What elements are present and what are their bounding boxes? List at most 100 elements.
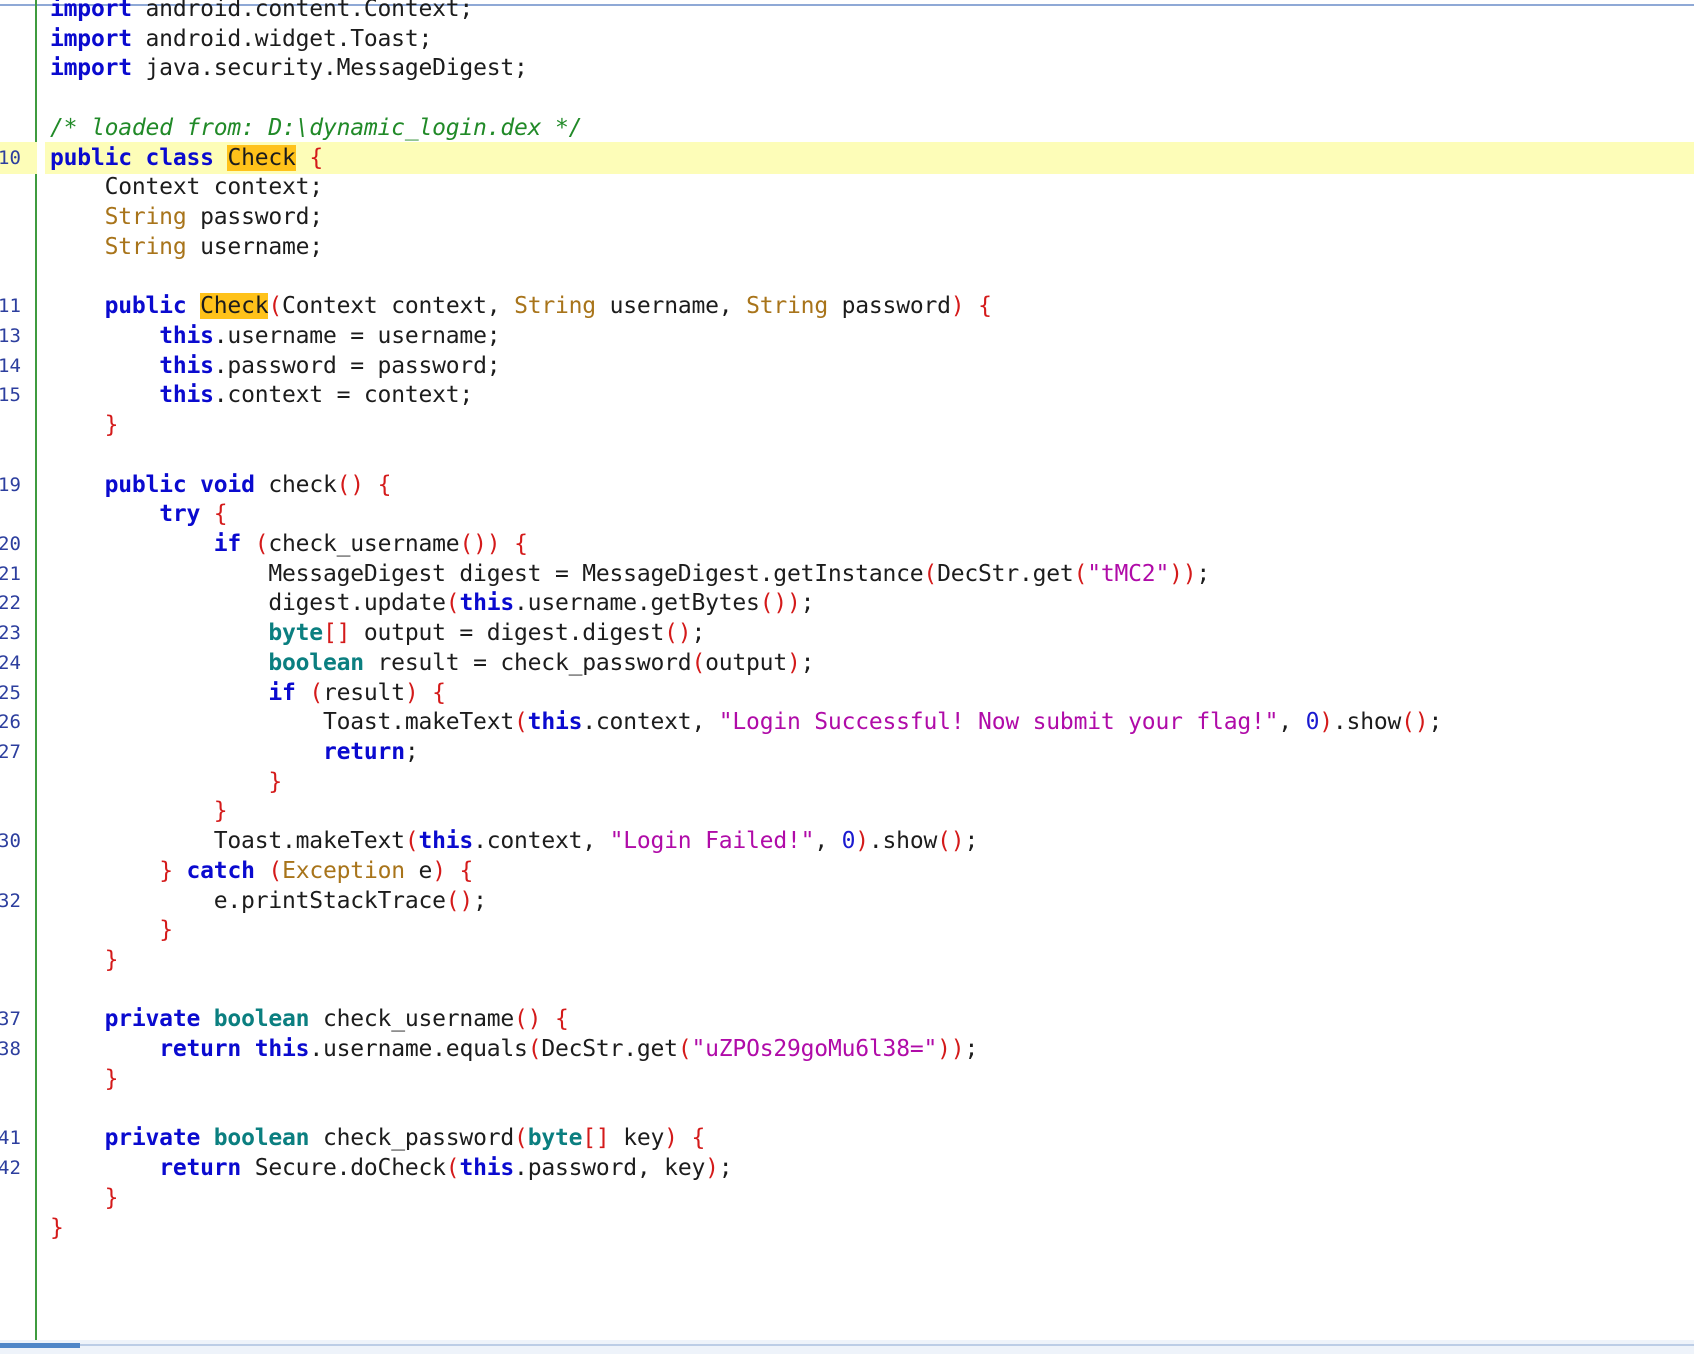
code-token: result xyxy=(322,679,405,706)
code-token: password; xyxy=(186,204,323,231)
code-token: key xyxy=(609,1125,665,1152)
code-line[interactable]: 27 return; xyxy=(0,736,1694,768)
code-line[interactable]: 25 if (result) { xyxy=(0,677,1694,709)
code-line[interactable] xyxy=(0,82,1694,114)
code-token: } xyxy=(159,857,173,884)
code-text: } xyxy=(50,795,228,827)
code-token: boolean xyxy=(268,649,364,676)
code-line[interactable]: } xyxy=(0,1063,1694,1095)
code-token: String xyxy=(746,293,828,320)
code-token: .context, xyxy=(473,828,610,855)
code-line[interactable]: 19 public void check() { xyxy=(0,469,1694,501)
code-token: ( xyxy=(268,293,283,320)
code-token: { xyxy=(459,857,474,884)
code-token: ()) xyxy=(759,590,801,617)
code-token: output = digest.digest xyxy=(350,620,665,647)
code-token: ( xyxy=(445,590,460,617)
code-line[interactable]: String password; xyxy=(0,201,1694,233)
code-token: class xyxy=(145,144,214,171)
code-line[interactable]: 41 private boolean check_password(byte[]… xyxy=(0,1122,1694,1154)
line-number: 19 xyxy=(0,473,21,496)
code-line[interactable]: } xyxy=(0,1182,1694,1214)
code-text: try { xyxy=(50,498,227,530)
line-number: 13 xyxy=(0,324,21,347)
code-token: () xyxy=(445,887,474,914)
code-token: "uZPOs29goMu6l38=" xyxy=(691,1036,938,1063)
scrollbar-thumb[interactable] xyxy=(0,1343,80,1348)
code-line[interactable]: 38 return this.username.equals(DecStr.ge… xyxy=(0,1033,1694,1065)
code-line[interactable]: } xyxy=(0,1212,1694,1244)
code-line[interactable]: import java.security.MessageDigest; xyxy=(0,52,1694,84)
code-token: () xyxy=(937,828,965,855)
code-line[interactable]: 24 boolean result = check_password(outpu… xyxy=(0,647,1694,679)
code-line[interactable]: 13 this.username = username; xyxy=(0,320,1694,352)
code-line[interactable]: 22 digest.update(this.username.getBytes(… xyxy=(0,587,1694,619)
code-line[interactable]: Context context; xyxy=(0,171,1694,203)
code-line[interactable]: import android.widget.Toast; xyxy=(0,23,1694,55)
code-token: digest.update xyxy=(50,590,446,617)
code-line[interactable]: String username; xyxy=(0,231,1694,263)
code-line[interactable] xyxy=(0,439,1694,471)
line-number: 32 xyxy=(0,889,21,912)
code-line[interactable]: 14 this.password = password; xyxy=(0,350,1694,382)
code-token: { xyxy=(554,1006,569,1033)
code-token: public xyxy=(50,144,132,171)
code-line[interactable] xyxy=(0,974,1694,1006)
code-token: { xyxy=(514,530,528,557)
line-number: 22 xyxy=(0,592,21,615)
code-line[interactable]: } xyxy=(0,766,1694,798)
code-line[interactable]: } catch (Exception e) { xyxy=(0,855,1694,887)
code-line[interactable]: 11 public Check(Context context, String … xyxy=(0,290,1694,322)
line-number: 10 xyxy=(0,146,21,169)
code-line[interactable]: 10 public class Check { xyxy=(0,141,1694,174)
code-text: } xyxy=(50,1212,64,1244)
search-match-token: Check xyxy=(200,293,269,320)
code-line[interactable]: } xyxy=(0,914,1694,946)
code-line[interactable]: import android.content.Context; xyxy=(0,0,1694,25)
code-text: this.username = username; xyxy=(50,320,500,352)
code-line[interactable]: 37 private boolean check_username() { xyxy=(0,1003,1694,1035)
code-line[interactable]: } xyxy=(0,944,1694,976)
code-token: check xyxy=(254,471,337,498)
horizontal-scrollbar[interactable] xyxy=(0,1340,1694,1354)
scrollbar-track[interactable] xyxy=(0,1344,1694,1346)
code-line[interactable]: } xyxy=(0,409,1694,441)
code-line[interactable]: 21 MessageDigest digest = MessageDigest.… xyxy=(0,558,1694,590)
code-line[interactable]: 23 byte[] output = digest.digest(); xyxy=(0,617,1694,649)
code-token: return xyxy=(322,739,405,765)
code-line[interactable]: 30 Toast.makeText(this.context, "Login F… xyxy=(0,825,1694,857)
code-line[interactable]: try { xyxy=(0,498,1694,530)
code-token: ) xyxy=(786,649,801,676)
line-number: 11 xyxy=(0,295,21,318)
code-token: String xyxy=(514,293,596,320)
code-token: username; xyxy=(186,233,323,260)
code-text: Toast.makeText(this.context, "Login Succ… xyxy=(50,706,1442,738)
code-token: , xyxy=(814,828,842,855)
code-token: boolean xyxy=(213,1006,310,1033)
code-line[interactable]: 15 this.context = context; xyxy=(0,379,1694,411)
code-line[interactable]: 26 Toast.makeText(this.context, "Login S… xyxy=(0,706,1694,738)
code-line[interactable]: 42 return Secure.doCheck(this.password, … xyxy=(0,1152,1694,1184)
code-line[interactable] xyxy=(0,260,1694,292)
code-line[interactable]: } xyxy=(0,795,1694,827)
code-line[interactable] xyxy=(0,1093,1694,1125)
code-token: ; xyxy=(800,590,815,617)
code-token: } xyxy=(104,1184,119,1211)
code-token: this xyxy=(459,590,515,617)
code-text: } xyxy=(50,1182,119,1214)
code-token: Exception xyxy=(282,857,405,884)
code-line[interactable]: 20 if (check_username()) { xyxy=(0,528,1694,560)
code-token: String xyxy=(104,204,187,231)
code-line[interactable]: /* loaded from: D:\dynamic_login.dex */ xyxy=(0,112,1694,144)
code-line[interactable]: 32 e.printStackTrace(); xyxy=(0,885,1694,917)
